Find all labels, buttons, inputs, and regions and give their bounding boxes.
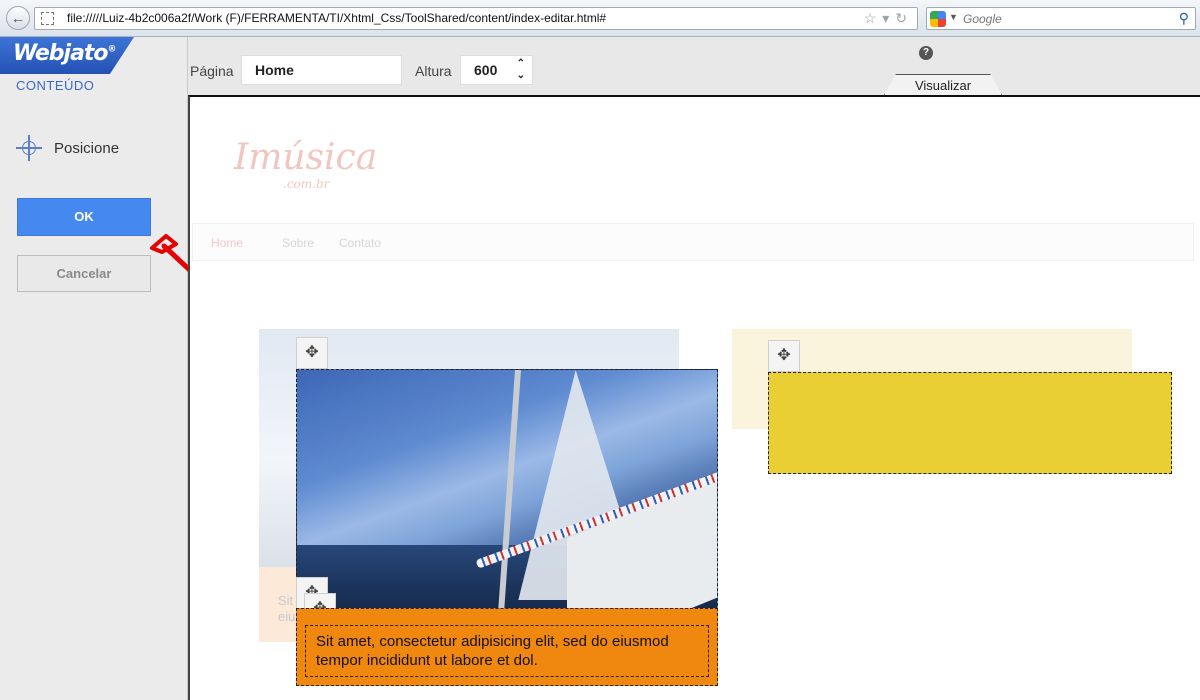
search-engine-dropdown-icon[interactable]: ▼ (949, 12, 958, 22)
tab-preview[interactable]: Visualizar (884, 74, 1002, 95)
caption-block[interactable]: Sit amet, consectetur adipisicing elit, … (296, 608, 718, 686)
height-value[interactable]: 600 (474, 62, 497, 78)
search-box[interactable]: ▼ Google ⚲ (926, 7, 1196, 30)
page-label: Página (190, 63, 234, 79)
position-label: Posicione (54, 139, 120, 157)
brand-name: Webjato (13, 41, 109, 66)
crosshair-icon (16, 135, 42, 161)
search-placeholder[interactable]: Google (963, 12, 1002, 26)
page-favicon-icon (41, 12, 54, 25)
sailboat-photo[interactable] (296, 369, 718, 611)
move-icon[interactable]: ✥ (768, 340, 800, 372)
nav-item-contact[interactable]: Contato (339, 236, 381, 250)
brand-mark: ® (107, 44, 117, 55)
address-bar[interactable]: file://///Luiz-4b2c006a2f/Work (F)/FERRA… (34, 7, 918, 30)
search-icon[interactable]: ⚲ (1179, 10, 1189, 27)
browser-toolbar: ← file://///Luiz-4b2c006a2f/Work (F)/FER… (0, 0, 1200, 37)
original-caption-text: Sit eiu (278, 593, 296, 624)
height-stepper[interactable]: 600 ⌃ ⌄ (460, 55, 533, 85)
move-icon[interactable]: ✥ (296, 337, 328, 369)
site-navbar: Home Sobre Contato (192, 223, 1194, 261)
page-canvas[interactable]: Imúsica .com.br Home Sobre Contato Sit e… (188, 95, 1200, 700)
caption-text[interactable]: Sit amet, consectetur adipisicing elit, … (305, 625, 709, 677)
brand-logo: Webjato® (0, 37, 134, 74)
back-arrow-icon[interactable]: ← (6, 6, 30, 30)
stepper-arrows-icon[interactable]: ⌃ ⌄ (517, 58, 525, 82)
site-logo-domain: .com.br (283, 177, 330, 191)
position-tool[interactable]: Posicione (16, 134, 119, 162)
height-label: Altura (415, 63, 452, 79)
google-logo-icon[interactable] (930, 11, 946, 27)
bookmark-star-icon[interactable]: ☆▾↻ (864, 10, 913, 27)
tab-preview-label: Visualizar (914, 78, 972, 93)
help-icon[interactable]: ? (919, 46, 933, 60)
page-field[interactable]: Home (241, 55, 402, 85)
nav-item-about[interactable]: Sobre (282, 236, 314, 250)
nav-item-home[interactable]: Home (211, 236, 243, 250)
ok-button[interactable]: OK (17, 198, 151, 236)
section-title: CONTEÚDO (16, 78, 95, 93)
cancel-button[interactable]: Cancelar (17, 255, 151, 292)
editor-sidebar: Webjato® CONTEÚDO Posicione OK Cancelar (0, 37, 188, 700)
editor-toolbar: Página Home Altura 600 ⌃ ⌄ ? Visualizar (188, 37, 1200, 95)
url-text[interactable]: file://///Luiz-4b2c006a2f/Work (F)/FERRA… (67, 11, 606, 25)
site-logo: Imúsica (234, 137, 378, 178)
yellow-block[interactable] (768, 372, 1172, 474)
